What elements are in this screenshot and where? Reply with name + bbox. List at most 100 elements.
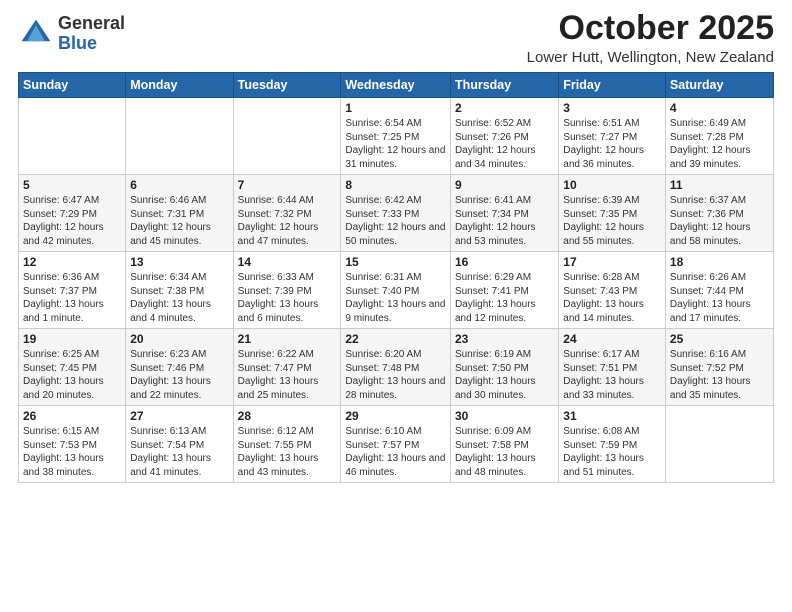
day-number: 19: [23, 332, 121, 346]
day-number: 14: [238, 255, 337, 269]
day-info: Sunrise: 6:36 AM Sunset: 7:37 PM Dayligh…: [23, 272, 104, 324]
day-info: Sunrise: 6:54 AM Sunset: 7:25 PM Dayligh…: [345, 118, 445, 170]
calendar-cell: 30 Sunrise: 6:09 AM Sunset: 7:58 PM Dayli…: [450, 406, 558, 483]
day-number: 18: [670, 255, 769, 269]
day-info: Sunrise: 6:13 AM Sunset: 7:54 PM Dayligh…: [130, 426, 211, 478]
day-info: Sunrise: 6:51 AM Sunset: 7:27 PM Dayligh…: [563, 118, 644, 170]
day-info: Sunrise: 6:25 AM Sunset: 7:45 PM Dayligh…: [23, 349, 104, 401]
day-info: Sunrise: 6:52 AM Sunset: 7:26 PM Dayligh…: [455, 118, 536, 170]
day-info: Sunrise: 6:41 AM Sunset: 7:34 PM Dayligh…: [455, 195, 536, 247]
calendar-cell: 9Sunrise: 6:41 AM Sunset: 7:34 PM Daylig…: [450, 175, 558, 252]
day-info: Sunrise: 6:42 AM Sunset: 7:33 PM Dayligh…: [345, 195, 445, 247]
day-number: 12: [23, 255, 121, 269]
day-info: Sunrise: 6:08 AM Sunset: 7:59 PM Dayligh…: [563, 426, 644, 478]
day-number: 7: [238, 178, 337, 192]
day-number: 10: [563, 178, 661, 192]
day-info: Sunrise: 6:37 AM Sunset: 7:36 PM Dayligh…: [670, 195, 751, 247]
day-number: 20: [130, 332, 228, 346]
day-number: 8: [345, 178, 446, 192]
page: General Blue October 2025 Lower Hutt, We…: [0, 0, 792, 612]
calendar-cell: 5Sunrise: 6:47 AM Sunset: 7:29 PM Daylig…: [19, 175, 126, 252]
day-info: Sunrise: 6:39 AM Sunset: 7:35 PM Dayligh…: [563, 195, 644, 247]
day-info: Sunrise: 6:31 AM Sunset: 7:40 PM Dayligh…: [345, 272, 445, 324]
calendar-header-sunday: Sunday: [19, 73, 126, 98]
calendar-header-tuesday: Tuesday: [233, 73, 341, 98]
day-number: 2: [455, 101, 554, 115]
calendar-header-row: SundayMondayTuesdayWednesdayThursdayFrid…: [19, 73, 774, 98]
calendar-cell: 27 Sunrise: 6:13 AM Sunset: 7:54 PM Dayli…: [126, 406, 233, 483]
day-info: Sunrise: 6:33 AM Sunset: 7:39 PM Dayligh…: [238, 272, 319, 324]
day-number: 23: [455, 332, 554, 346]
subtitle: Lower Hutt, Wellington, New Zealand: [527, 49, 774, 66]
day-info: Sunrise: 6:28 AM Sunset: 7:43 PM Dayligh…: [563, 272, 644, 324]
calendar-cell: 25 Sunrise: 6:16 AM Sunset: 7:52 PM Dayli…: [665, 329, 773, 406]
day-number: 31: [563, 409, 661, 423]
calendar-cell: 28 Sunrise: 6:12 AM Sunset: 7:55 PM Dayli…: [233, 406, 341, 483]
calendar-cell: 13Sunrise: 6:34 AM Sunset: 7:38 PM Dayli…: [126, 252, 233, 329]
day-number: 25: [670, 332, 769, 346]
calendar-cell: 20 Sunrise: 6:23 AM Sunset: 7:46 PM Dayli…: [126, 329, 233, 406]
day-number: 22: [345, 332, 446, 346]
day-info: Sunrise: 6:09 AM Sunset: 7:58 PM Dayligh…: [455, 426, 536, 478]
calendar-cell: 18 Sunrise: 6:26 AM Sunset: 7:44 PM Dayli…: [665, 252, 773, 329]
day-info: Sunrise: 6:23 AM Sunset: 7:46 PM Dayligh…: [130, 349, 211, 401]
calendar-cell: 10 Sunrise: 6:39 AM Sunset: 7:35 PM Dayli…: [559, 175, 666, 252]
calendar-cell: 6 Sunrise: 6:46 AM Sunset: 7:31 PM Daylig…: [126, 175, 233, 252]
day-info: Sunrise: 6:49 AM Sunset: 7:28 PM Dayligh…: [670, 118, 751, 170]
calendar-cell: 8 Sunrise: 6:42 AM Sunset: 7:33 PM Daylig…: [341, 175, 451, 252]
day-number: 15: [345, 255, 446, 269]
calendar-header-friday: Friday: [559, 73, 666, 98]
logo-general: General: [58, 14, 125, 34]
calendar-header-saturday: Saturday: [665, 73, 773, 98]
calendar-cell: 21 Sunrise: 6:22 AM Sunset: 7:47 PM Dayli…: [233, 329, 341, 406]
header: General Blue October 2025 Lower Hutt, We…: [18, 10, 774, 66]
calendar-cell: 4Sunrise: 6:49 AM Sunset: 7:28 PM Daylig…: [665, 98, 773, 175]
calendar-cell: [233, 98, 341, 175]
day-info: Sunrise: 6:17 AM Sunset: 7:51 PM Dayligh…: [563, 349, 644, 401]
calendar-cell: 16Sunrise: 6:29 AM Sunset: 7:41 PM Dayli…: [450, 252, 558, 329]
logo-text: General Blue: [58, 14, 125, 54]
calendar-cell: 31 Sunrise: 6:08 AM Sunset: 7:59 PM Dayli…: [559, 406, 666, 483]
day-info: Sunrise: 6:10 AM Sunset: 7:57 PM Dayligh…: [345, 426, 445, 478]
calendar-cell: 12 Sunrise: 6:36 AM Sunset: 7:37 PM Dayli…: [19, 252, 126, 329]
day-info: Sunrise: 6:29 AM Sunset: 7:41 PM Dayligh…: [455, 272, 536, 324]
logo-icon: [18, 16, 54, 52]
day-info: Sunrise: 6:16 AM Sunset: 7:52 PM Dayligh…: [670, 349, 751, 401]
day-info: Sunrise: 6:26 AM Sunset: 7:44 PM Dayligh…: [670, 272, 751, 324]
day-number: 11: [670, 178, 769, 192]
calendar-cell: 3 Sunrise: 6:51 AM Sunset: 7:27 PM Daylig…: [559, 98, 666, 175]
calendar-cell: 7Sunrise: 6:44 AM Sunset: 7:32 PM Daylig…: [233, 175, 341, 252]
day-info: Sunrise: 6:34 AM Sunset: 7:38 PM Dayligh…: [130, 272, 211, 324]
calendar-header-thursday: Thursday: [450, 73, 558, 98]
day-info: Sunrise: 6:46 AM Sunset: 7:31 PM Dayligh…: [130, 195, 211, 247]
calendar-week-row: 19 Sunrise: 6:25 AM Sunset: 7:45 PM Dayli…: [19, 329, 774, 406]
title-block: October 2025 Lower Hutt, Wellington, New…: [527, 10, 774, 66]
calendar-cell: 19 Sunrise: 6:25 AM Sunset: 7:45 PM Dayli…: [19, 329, 126, 406]
calendar-cell: 22 Sunrise: 6:20 AM Sunset: 7:48 PM Dayli…: [341, 329, 451, 406]
calendar-cell: 11 Sunrise: 6:37 AM Sunset: 7:36 PM Dayli…: [665, 175, 773, 252]
day-number: 28: [238, 409, 337, 423]
day-info: Sunrise: 6:20 AM Sunset: 7:48 PM Dayligh…: [345, 349, 445, 401]
calendar-cell: 26Sunrise: 6:15 AM Sunset: 7:53 PM Dayli…: [19, 406, 126, 483]
calendar-cell: 23Sunrise: 6:19 AM Sunset: 7:50 PM Dayli…: [450, 329, 558, 406]
day-number: 30: [455, 409, 554, 423]
calendar-cell: 24 Sunrise: 6:17 AM Sunset: 7:51 PM Dayli…: [559, 329, 666, 406]
main-title: October 2025: [527, 10, 774, 47]
calendar-cell: 29Sunrise: 6:10 AM Sunset: 7:57 PM Dayli…: [341, 406, 451, 483]
day-number: 5: [23, 178, 121, 192]
day-number: 26: [23, 409, 121, 423]
day-number: 6: [130, 178, 228, 192]
calendar-cell: 14 Sunrise: 6:33 AM Sunset: 7:39 PM Dayli…: [233, 252, 341, 329]
day-number: 21: [238, 332, 337, 346]
calendar-header-wednesday: Wednesday: [341, 73, 451, 98]
day-number: 1: [345, 101, 446, 115]
day-number: 3: [563, 101, 661, 115]
day-info: Sunrise: 6:12 AM Sunset: 7:55 PM Dayligh…: [238, 426, 319, 478]
day-info: Sunrise: 6:22 AM Sunset: 7:47 PM Dayligh…: [238, 349, 319, 401]
calendar-table: SundayMondayTuesdayWednesdayThursdayFrid…: [18, 72, 774, 483]
day-number: 27: [130, 409, 228, 423]
calendar-cell: 2 Sunrise: 6:52 AM Sunset: 7:26 PM Daylig…: [450, 98, 558, 175]
calendar-week-row: 5Sunrise: 6:47 AM Sunset: 7:29 PM Daylig…: [19, 175, 774, 252]
calendar-header-monday: Monday: [126, 73, 233, 98]
day-number: 24: [563, 332, 661, 346]
